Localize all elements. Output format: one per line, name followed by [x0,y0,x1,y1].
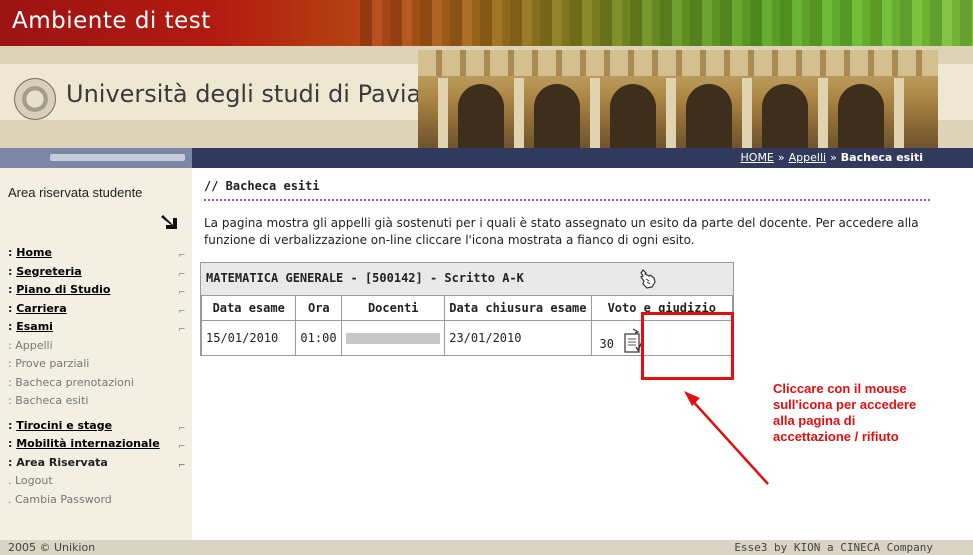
breadcrumb-appelli-link[interactable]: Appelli [789,151,826,164]
university-name: Università degli studi di Pavia [66,80,422,108]
environment-banner: Ambiente di test [0,0,973,46]
page-description: La pagina mostra gli appelli già sostenu… [204,216,919,247]
sidebar-item-segreteria[interactable]: : Segreteria ⌐ [0,263,192,282]
data-chiusura-cell: 23/01/2010 [444,320,592,356]
footer-copyright: 2005 © Unikion [8,541,96,554]
docenti-cell [341,320,446,356]
sidebar-item-esami[interactable]: : Esami ⌐ [0,318,192,337]
banner-decoration [360,0,973,46]
ora-cell: 01:00 [295,320,343,356]
breadcrumb: HOME» Appelli» Bacheca esiti [740,151,923,164]
sidebar-item-appelli[interactable]: : Appelli [0,337,192,356]
sidebar-item-prove-parziali[interactable]: : Prove parziali [0,355,192,374]
page-title: // Bacheca esiti [204,179,320,193]
breadcrumb-current: Bacheca esiti [840,151,923,164]
hand-pointer-icon [640,269,656,289]
highlight-box [641,312,734,380]
breadcrumb-home-link[interactable]: HOME [741,151,774,164]
annotation-text: Cliccare con il mouse sull'icona per acc… [773,381,917,444]
university-header: Università degli studi di Pavia [0,46,973,148]
sidebar-item-cambia-password[interactable]: . Cambia Password [0,491,192,510]
user-name-bar [0,148,192,168]
data-esame-cell: 15/01/2010 [200,320,297,356]
column-header: Ora [295,295,343,321]
sidebar-menu: : Home ⌐ : Segreteria ⌐ : Piano di Studio ⌐… [0,244,192,509]
footer: 2005 © Unikion Esse3 by KION a CINECA Co… [0,540,973,555]
area-title: Area riservata studente [8,185,143,200]
title-divider [204,199,930,201]
voto-value: 30 [599,337,614,351]
column-header: Docenti [341,295,446,321]
sidebar-item-bacheca-esiti[interactable]: : Bacheca esiti [0,392,192,411]
course-header: MATEMATICA GENERALE - [500142] - Scritto… [201,263,733,295]
sidebar-item-carriera[interactable]: : Carriera ⌐ [0,300,192,319]
redacted-teacher-name [346,333,441,344]
university-seal-logo [14,78,56,120]
sidebar-item-logout[interactable]: . Logout [0,472,192,491]
column-header: Data esame [200,295,297,321]
sidebar-item-tirocini-e-stage[interactable]: : Tirocini e stage ⌐ [0,417,192,436]
sidebar-item-bacheca-prenotazioni[interactable]: : Bacheca prenotazioni [0,374,192,393]
sidebar-item-area-riservata[interactable]: : Area Riservata ⌐ [0,454,192,473]
sidebar-item-mobilita-internazionale[interactable]: : Mobilità internazionale ⌐ [0,435,192,454]
verbalize-document-icon[interactable] [623,328,643,354]
sidebar-item-piano-di-studio[interactable]: : Piano di Studio ⌐ [0,281,192,300]
redacted-user-name [50,154,185,161]
course-title: MATEMATICA GENERALE - [500142] - Scritto… [206,271,524,285]
environment-title: Ambiente di test [12,8,211,34]
footer-credits: Esse3 by KION a CINECA Company [734,541,933,554]
arrow-down-right-icon [161,215,177,229]
sidebar: Area riservata studente : Home ⌐ : Segret… [0,168,192,540]
column-header: Data chiusura esame [444,295,592,321]
university-building-photo [418,50,938,148]
sidebar-item-home[interactable]: : Home ⌐ [0,244,192,263]
